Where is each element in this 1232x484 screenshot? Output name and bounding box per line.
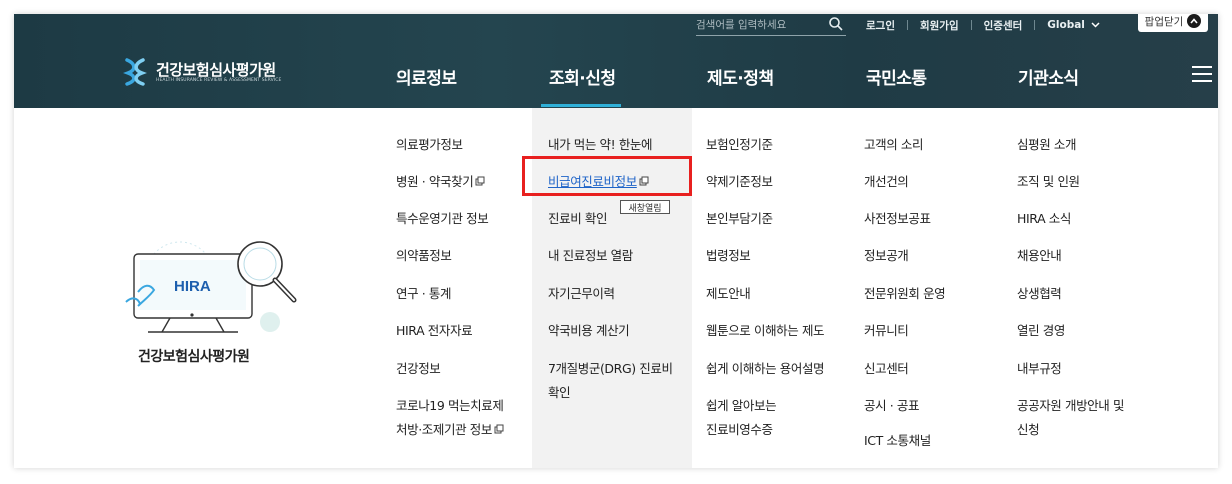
menu-link[interactable]: 자기근무이력 (548, 283, 615, 302)
menu-link[interactable]: 심평원 소개 (1017, 134, 1076, 153)
menu-link[interactable]: 신고센터 (864, 358, 909, 377)
page-frame: 로그인 회원가입 인증센터 Global 팝업닫기 (14, 14, 1218, 468)
menu-link-external[interactable]: 병원 · 약국찾기 (396, 171, 485, 190)
menu-link[interactable]: 제도안내 (706, 283, 751, 302)
highlight-box (522, 156, 692, 196)
logo-subtitle: HEALTH INSURANCE REVIEW & ASSESSMENT SER… (156, 77, 282, 83)
popup-close-label: 팝업닫기 (1144, 15, 1184, 28)
new-window-icon (475, 176, 485, 185)
menu-link-continued[interactable]: 확인 (548, 382, 571, 401)
logo-title: 건강보험심사평가원 (156, 60, 276, 79)
site-logo[interactable]: 건강보험심사평가원 HEALTH INSURANCE REVIEW & ASSE… (122, 58, 281, 86)
site-header: 로그인 회원가입 인증센터 Global 팝업닫기 (14, 14, 1218, 108)
menu-link-label: 병원 · 약국찾기 (396, 174, 474, 189)
certification-center-link[interactable]: 인증센터 (984, 18, 1023, 33)
menu-link[interactable]: 약국비용 계산기 (548, 320, 630, 339)
nav-medical-info[interactable]: 의료정보 (396, 64, 457, 89)
divider (1034, 20, 1036, 30)
menu-link[interactable]: 건강정보 (396, 358, 441, 377)
search-box (696, 14, 846, 36)
utility-links: 로그인 회원가입 인증센터 Global (866, 14, 1100, 36)
menu-link[interactable]: 약제기준정보 (706, 171, 773, 190)
menu-link[interactable]: 전문위원회 운영 (864, 283, 946, 302)
menu-link[interactable]: 의약품정보 (396, 245, 452, 264)
hira-logo-icon (123, 58, 147, 86)
hamburger-menu-icon[interactable] (1192, 66, 1212, 82)
logo-text: 건강보험심사평가원 HEALTH INSURANCE REVIEW & ASSE… (156, 62, 281, 83)
menu-link[interactable]: 7개질병군(DRG) 진료비 (548, 358, 673, 377)
menu-link[interactable]: 열린 경영 (1017, 320, 1065, 339)
menu-link[interactable]: 진료비 확인 (548, 208, 607, 227)
menu-link[interactable]: 보험인정기준 (706, 134, 773, 153)
menu-link[interactable]: HIRA 소식 (1017, 208, 1071, 227)
menu-link[interactable]: 내가 먹는 약! 한눈에 (548, 134, 653, 153)
popup-close-button[interactable]: 팝업닫기 (1138, 14, 1208, 32)
divider (906, 20, 908, 30)
search-input[interactable] (696, 18, 820, 31)
menu-link-continued[interactable]: 신청 (1017, 419, 1040, 438)
new-window-icon (494, 424, 504, 433)
global-label: Global (1047, 19, 1085, 31)
menu-link-label: 처방·조제기관 정보 (396, 422, 492, 437)
menu-link[interactable]: 고객의 소리 (864, 134, 923, 153)
menu-link[interactable]: 조직 및 인원 (1017, 171, 1080, 190)
chevron-up-icon (1187, 14, 1202, 28)
nav-system-policy[interactable]: 제도·정책 (707, 64, 774, 89)
menu-link[interactable]: 법령정보 (706, 245, 751, 264)
login-link[interactable]: 로그인 (866, 18, 895, 33)
menu-link[interactable]: 사전정보공표 (864, 208, 931, 227)
menu-link[interactable]: 연구 · 통계 (396, 283, 452, 302)
illustration-caption: 건강보험심사평가원 (138, 349, 250, 365)
menu-link[interactable]: 상생협력 (1017, 283, 1062, 302)
new-window-tooltip: 새창열림 (620, 200, 670, 214)
menu-link[interactable]: 특수운영기관 정보 (396, 208, 489, 227)
nav-active-indicator (541, 104, 621, 107)
menu-link[interactable]: 정보공개 (864, 245, 909, 264)
menu-link[interactable]: 쉽게 이해하는 용어설명 (706, 358, 825, 377)
monitor-label: HIRA (174, 278, 211, 295)
menu-link-continued[interactable]: 진료비영수증 (706, 419, 773, 438)
menu-link[interactable]: 공공자원 개방안내 및 (1017, 395, 1124, 414)
menu-link[interactable]: 내부규정 (1017, 358, 1062, 377)
divider (970, 20, 972, 30)
hira-illustration: HIRA (125, 241, 297, 333)
menu-link[interactable]: 공시 · 공표 (864, 395, 920, 414)
menu-link-external[interactable]: 처방·조제기관 정보 (396, 419, 504, 438)
menu-link[interactable]: HIRA 전자자료 (396, 320, 473, 339)
menu-link[interactable]: 본인부담기준 (706, 208, 773, 227)
nav-agency-news[interactable]: 기관소식 (1018, 64, 1079, 89)
nav-public-communication[interactable]: 국민소통 (866, 64, 927, 89)
nav-inquiry-application[interactable]: 조회·신청 (549, 64, 616, 89)
menu-link[interactable]: 커뮤니티 (864, 320, 909, 339)
signup-link[interactable]: 회원가입 (920, 18, 959, 33)
menu-link[interactable]: 코로나19 먹는치료제 (396, 395, 504, 414)
menu-link[interactable]: 쉽게 알아보는 (706, 395, 777, 414)
global-dropdown[interactable]: Global (1047, 19, 1100, 31)
menu-link[interactable]: 채용안내 (1017, 245, 1062, 264)
menu-link[interactable]: 내 진료정보 열람 (548, 245, 633, 264)
menu-link[interactable]: 개선건의 (864, 171, 909, 190)
menu-link[interactable]: ICT 소통채널 (864, 430, 931, 449)
chevron-down-icon (1091, 22, 1100, 28)
menu-link[interactable]: 의료평가정보 (396, 134, 463, 153)
search-icon[interactable] (828, 16, 844, 32)
menu-link[interactable]: 웹툰으로 이해하는 제도 (706, 320, 825, 339)
